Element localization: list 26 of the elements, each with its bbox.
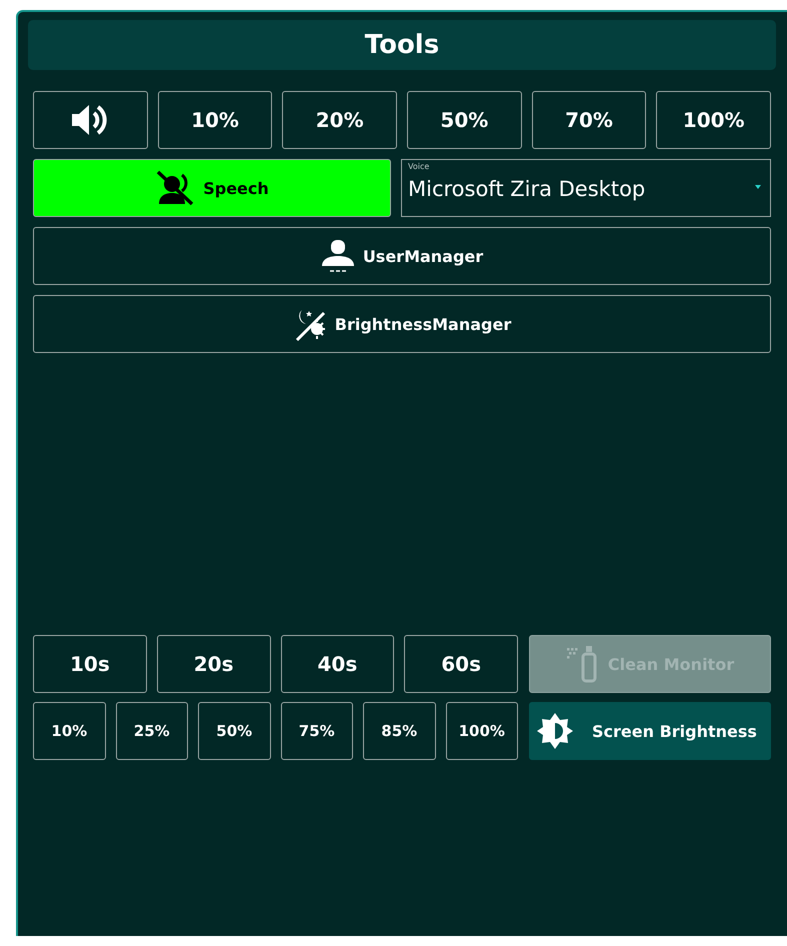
speech-toggle-button[interactable]: Speech: [33, 159, 391, 217]
user-icon: [320, 239, 355, 273]
volume-button[interactable]: [33, 91, 148, 149]
volume-percent-button[interactable]: 70%: [532, 91, 646, 149]
timer-button[interactable]: 10s: [33, 635, 147, 693]
brightness-percent-button[interactable]: 10%: [33, 702, 106, 760]
panel-title: Tools: [364, 30, 440, 60]
speech-off-icon: [155, 170, 196, 206]
volume-percent-button[interactable]: 10%: [158, 91, 272, 149]
caret-icon: [755, 185, 761, 189]
brightness-percent-button[interactable]: 50%: [198, 702, 270, 760]
user-manager-button[interactable]: UserManager: [33, 227, 771, 285]
brightness-percent-button[interactable]: 85%: [363, 702, 436, 760]
voice-select[interactable]: Voice Microsoft Zira Desktop: [401, 159, 771, 217]
brightness-percent-button[interactable]: 75%: [280, 702, 353, 760]
brightness-icon: [536, 712, 574, 750]
brightness-percent-button[interactable]: 100%: [446, 702, 518, 760]
timer-button[interactable]: 20s: [156, 635, 270, 693]
screen-brightness-button[interactable]: Screen Brightness: [529, 702, 771, 760]
timer-button[interactable]: 60s: [404, 635, 518, 693]
brightness-manager-button[interactable]: BrightnessManager: [33, 295, 771, 353]
brightness-percent-button[interactable]: 25%: [116, 702, 188, 760]
volume-percent-button[interactable]: 50%: [407, 91, 522, 149]
volume-percent-button[interactable]: 20%: [282, 91, 398, 149]
timer-button[interactable]: 40s: [280, 635, 394, 693]
volume-percent-button[interactable]: 100%: [656, 91, 772, 149]
